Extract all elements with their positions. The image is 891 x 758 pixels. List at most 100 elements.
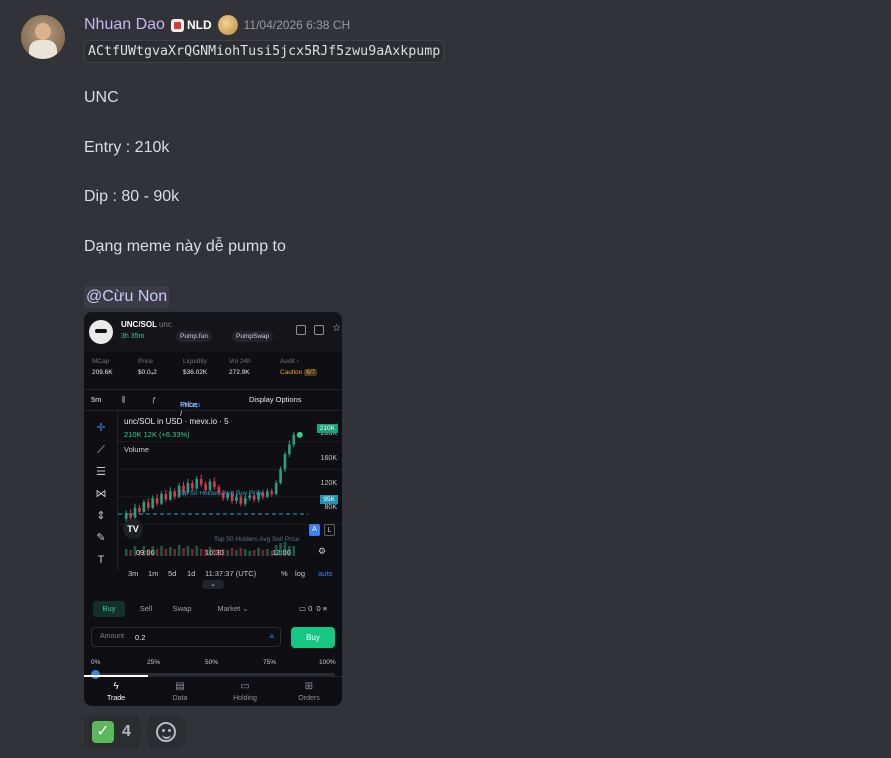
message-header: Nhuan Dao NLD 11/04/2026 6:38 CH <box>84 15 350 35</box>
check-mark-icon: ✓ <box>92 721 114 743</box>
candle-body <box>129 513 132 518</box>
stat-audit: Audit › Caution 6/7 <box>280 358 318 376</box>
candle-body <box>155 498 159 504</box>
candle-body <box>124 513 128 519</box>
percent-mark: 100% <box>319 659 336 666</box>
text-tool-icon: T <box>97 554 105 566</box>
nav-holding: ▭ Holding <box>213 677 277 706</box>
range-1d: 1d <box>187 569 196 578</box>
price-chart: unc/SOL in USD · mevx.io · 5 210K 12K (+… <box>118 410 342 562</box>
pattern-icon: ⋈ <box>95 488 107 500</box>
volume-bar <box>195 546 199 556</box>
volume-bar <box>173 549 177 556</box>
avatar-head <box>35 23 51 40</box>
reaction-check[interactable]: ✓ 4 <box>84 715 141 749</box>
volume-bar <box>124 549 128 556</box>
candle-body <box>274 483 278 494</box>
x-tick-label: 09:00 <box>136 548 155 557</box>
candle-body <box>292 434 296 445</box>
candle-body <box>283 454 287 470</box>
tab-buy: Buy <box>93 601 125 617</box>
volume-bar <box>243 549 247 556</box>
attachment-image[interactable]: UNC/SOL unc 3h 35m Pump.fun PumpSwap ☆ MC… <box>84 312 342 706</box>
volume-bar <box>235 550 238 556</box>
token-age: 3h 35m <box>121 333 145 340</box>
avatar[interactable] <box>21 15 65 59</box>
guild-tag-icon <box>170 18 184 32</box>
volume-bar <box>129 550 132 556</box>
token-header: UNC/SOL unc 3h 35m Pump.fun PumpSwap ☆ <box>84 312 342 352</box>
audit-badge: 6/7 <box>304 369 318 376</box>
volume-bar <box>168 547 172 556</box>
volume-bar <box>177 545 181 556</box>
candle-body <box>288 444 291 455</box>
candle-type-icon: ⫼ <box>122 395 126 404</box>
pumpfun-pill: Pump.fun <box>176 331 212 342</box>
nav-orders: ⊞ Orders <box>277 677 341 706</box>
candle-body <box>164 494 168 500</box>
candle-body <box>195 478 199 489</box>
token-name: UNC/SOL unc <box>121 320 172 329</box>
auto-scale-button: A <box>309 524 320 536</box>
volume-bar <box>266 549 269 556</box>
candle-body <box>243 498 247 504</box>
brush-icon: ✎ <box>96 532 106 544</box>
volume-bar <box>292 546 296 556</box>
candle-body <box>270 491 274 494</box>
auto-scale: auto <box>318 569 333 578</box>
chart-title: unc/SOL in USD · mevx.io · 5 <box>124 417 229 426</box>
candle-body <box>208 481 212 490</box>
nav-trade: ϟ Trade <box>84 675 148 706</box>
guild-tag[interactable]: NLD <box>170 18 212 32</box>
message-line-ticker: UNC <box>84 89 119 106</box>
candle-body <box>235 496 238 501</box>
pumpswap-pill: PumpSwap <box>232 331 274 342</box>
message-line-dip: Dip : 80 - 90k <box>84 188 180 205</box>
trade-icon: ϟ <box>113 681 119 692</box>
token-avatar <box>89 320 113 344</box>
volume-bar <box>155 549 159 556</box>
horizontal-lines-icon: ☰ <box>96 466 106 478</box>
volume-bar <box>239 548 243 556</box>
chevron-down-icon: ⌄ <box>202 580 224 589</box>
amount-field: Amount 0.2 ≡ <box>91 627 281 647</box>
stat-volume: Vol 24h 272.9K <box>229 358 251 376</box>
timestamp[interactable]: 11/04/2026 6:38 CH <box>244 18 351 32</box>
market-dropdown: Market ⌄ <box>217 604 249 613</box>
range-1m: 1m <box>148 569 159 578</box>
volume-bar <box>252 550 256 556</box>
doge-badge-icon[interactable] <box>217 15 238 35</box>
username[interactable]: Nhuan Dao <box>84 16 165 34</box>
bottom-nav: ϟ Trade ▤ Data ▭ Holding ⊞ Orders <box>84 675 342 706</box>
candle-body <box>160 494 163 504</box>
volume-bar <box>191 549 194 556</box>
candle-body <box>199 478 203 485</box>
percent-mark: 50% <box>205 659 219 666</box>
contract-code: ACtfUWtgvaXrQGNMiohTusi5jcx5RJf5zwu9aAxk… <box>84 40 445 63</box>
candle-body <box>168 491 172 500</box>
stat-price: Price $0.0₄2 <box>138 358 157 376</box>
candle-body <box>213 481 216 488</box>
wallet-icon: ▭ <box>240 681 250 692</box>
copy-icon <box>296 325 306 335</box>
volume-bar <box>186 546 190 556</box>
volume-bar <box>261 550 265 556</box>
drawing-tools: ✛ ⟋ ☰ ⋈ ⇕ ✎ T <box>84 410 118 570</box>
chart-change: 210K 12K (+6.33%) <box>124 430 190 439</box>
range-3m: 3m <box>128 569 139 578</box>
last-price-dot <box>296 431 303 438</box>
log-scale: log <box>295 569 306 578</box>
x-tick-label: 10:30 <box>205 548 224 557</box>
user-mention[interactable]: @Cừu Non <box>84 286 170 308</box>
volume-bar <box>226 550 229 556</box>
percent-scale: % <box>281 569 288 578</box>
add-reaction-button[interactable] <box>147 715 185 749</box>
crosshair-icon: ✛ <box>96 422 106 434</box>
star-icon: ☆ <box>332 323 341 334</box>
log-scale-button: L <box>324 524 335 536</box>
volume-bar <box>257 548 260 556</box>
chart-toolbar: 5m ⫼ ƒ Price / MCap Display Options <box>84 389 342 418</box>
percent-mark: 0% <box>91 659 101 666</box>
reaction-count: 4 <box>122 723 131 740</box>
candle-body <box>191 483 194 489</box>
